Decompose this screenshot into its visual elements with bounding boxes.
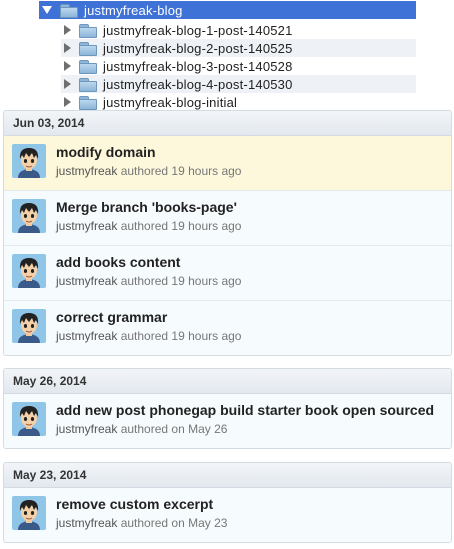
avatar[interactable] bbox=[12, 402, 46, 436]
commit-authored-text: authored 19 hours ago bbox=[120, 274, 242, 288]
tree-item-label: justmyfreak-blog bbox=[84, 2, 183, 18]
commit-title[interactable]: add new post phonegap build starter book… bbox=[56, 402, 434, 418]
commit-authored-text: authored 19 hours ago bbox=[120, 164, 242, 178]
commit-author[interactable]: justmyfreak bbox=[56, 219, 117, 233]
commit-author[interactable]: justmyfreak bbox=[56, 164, 117, 178]
tree-item-branch[interactable]: justmyfreak-blog-2-post-140525 bbox=[61, 39, 416, 57]
collapsed-triangle-icon[interactable] bbox=[64, 43, 71, 53]
tree-item-branch[interactable]: justmyfreak-blog-initial bbox=[61, 93, 416, 111]
commit-author[interactable]: justmyfreak bbox=[56, 274, 117, 288]
folder-icon bbox=[79, 95, 97, 110]
commit-authored-text: authored 19 hours ago bbox=[120, 219, 242, 233]
tree-item-label: justmyfreak-blog-2-post-140525 bbox=[103, 40, 293, 56]
folder-icon bbox=[79, 59, 97, 74]
collapsed-triangle-icon[interactable] bbox=[64, 61, 71, 71]
avatar[interactable] bbox=[12, 199, 46, 233]
collapsed-triangle-icon[interactable] bbox=[64, 79, 71, 89]
folder-icon bbox=[79, 77, 97, 92]
collapsed-triangle-icon[interactable] bbox=[64, 25, 71, 35]
commit-author[interactable]: justmyfreak bbox=[56, 329, 117, 343]
commit-meta: justmyfreak authored 19 hours ago bbox=[56, 164, 241, 178]
commit-group: Jun 03, 2014 modify domain justmyfreak a… bbox=[3, 110, 452, 356]
expand-triangle-icon[interactable] bbox=[42, 6, 52, 14]
tree-item-branch[interactable]: justmyfreak-blog-4-post-140530 bbox=[61, 75, 416, 93]
avatar[interactable] bbox=[12, 309, 46, 343]
commit-group-date: May 26, 2014 bbox=[4, 369, 451, 394]
commit-meta: justmyfreak authored on May 23 bbox=[56, 516, 227, 530]
avatar[interactable] bbox=[12, 144, 46, 178]
tree-item-branch[interactable]: justmyfreak-blog-1-post-140521 bbox=[61, 21, 416, 39]
tree-item-root[interactable]: justmyfreak-blog bbox=[39, 1, 416, 19]
commit-group-date: May 23, 2014 bbox=[4, 463, 451, 488]
commit-authored-text: authored on May 23 bbox=[120, 516, 228, 530]
folder-icon bbox=[79, 41, 97, 56]
avatar[interactable] bbox=[12, 496, 46, 530]
commit-row[interactable]: correct grammar justmyfreak authored 19 … bbox=[4, 301, 451, 355]
commit-title[interactable]: modify domain bbox=[56, 144, 156, 160]
commit-authored-text: authored on May 26 bbox=[120, 422, 228, 436]
commit-row[interactable]: add new post phonegap build starter book… bbox=[4, 394, 451, 448]
commit-group: May 23, 2014 remove custom excerpt justm… bbox=[3, 462, 452, 543]
commit-title[interactable]: remove custom excerpt bbox=[56, 496, 213, 512]
folder-icon bbox=[79, 23, 97, 38]
commit-row[interactable]: Merge branch 'books-page' justmyfreak au… bbox=[4, 191, 451, 246]
commit-row[interactable]: remove custom excerpt justmyfreak author… bbox=[4, 488, 451, 542]
tree-item-branch[interactable]: justmyfreak-blog-3-post-140528 bbox=[61, 57, 416, 75]
commit-authored-text: authored 19 hours ago bbox=[120, 329, 242, 343]
commit-title[interactable]: correct grammar bbox=[56, 309, 167, 325]
commit-meta: justmyfreak authored 19 hours ago bbox=[56, 219, 241, 233]
tree-item-label: justmyfreak-blog-3-post-140528 bbox=[103, 58, 293, 74]
commit-group-date: Jun 03, 2014 bbox=[4, 111, 451, 136]
commit-author[interactable]: justmyfreak bbox=[56, 422, 117, 436]
commit-author[interactable]: justmyfreak bbox=[56, 516, 117, 530]
branch-tree: justmyfreak-blog justmyfreak-blog-1-post… bbox=[0, 0, 454, 112]
commit-meta: justmyfreak authored on May 26 bbox=[56, 422, 227, 436]
tree-item-label: justmyfreak-blog-1-post-140521 bbox=[103, 22, 293, 38]
tree-item-label: justmyfreak-blog-initial bbox=[103, 94, 238, 110]
tree-item-label: justmyfreak-blog-4-post-140530 bbox=[103, 76, 293, 92]
commit-group: May 26, 2014 add new post phonegap build… bbox=[3, 368, 452, 449]
commit-meta: justmyfreak authored 19 hours ago bbox=[56, 274, 241, 288]
commit-title[interactable]: add books content bbox=[56, 254, 180, 270]
avatar[interactable] bbox=[12, 254, 46, 288]
commit-title[interactable]: Merge branch 'books-page' bbox=[56, 199, 237, 215]
commit-row[interactable]: modify domain justmyfreak authored 19 ho… bbox=[4, 136, 451, 191]
folder-icon bbox=[60, 3, 78, 18]
commit-meta: justmyfreak authored 19 hours ago bbox=[56, 329, 241, 343]
commit-row[interactable]: add books content justmyfreak authored 1… bbox=[4, 246, 451, 301]
collapsed-triangle-icon[interactable] bbox=[64, 97, 71, 107]
